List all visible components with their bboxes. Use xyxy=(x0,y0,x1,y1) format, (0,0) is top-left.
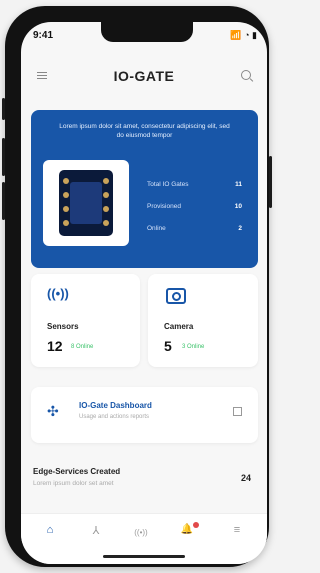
sensors-count: 12 xyxy=(47,338,63,354)
stat-value: 11 xyxy=(235,181,242,188)
external-link-icon[interactable] xyxy=(233,407,242,416)
bell-glyph: 🔔 xyxy=(180,524,194,535)
phone-frame: 9:41 📶 ◔ ▮ IO-GATE Lorem ipsum dolor sit… xyxy=(2,6,272,567)
edge-services-row[interactable]: Edge-Services Created Lorem ipsum dolor … xyxy=(33,467,255,487)
home-indicator xyxy=(103,555,185,558)
edge-subtitle: Lorem ipsum dolor set amet xyxy=(33,480,114,487)
camera-label: Camera xyxy=(164,322,194,331)
bell-icon[interactable]: 🔔 xyxy=(175,522,199,544)
sensor-icon[interactable]: ((•)) xyxy=(129,528,153,548)
notification-badge xyxy=(193,522,199,528)
network-icon[interactable]: ⅄ xyxy=(84,524,108,544)
io-gate-device-image xyxy=(59,170,113,236)
stat-value: 10 xyxy=(234,203,242,210)
camera-icon xyxy=(166,288,186,304)
sensors-label: Sensors xyxy=(47,322,79,331)
side-button xyxy=(2,138,5,176)
stat-total: Total IO Gates 11 xyxy=(147,181,242,203)
stat-provisioned: Provisioned 10 xyxy=(147,203,242,225)
camera-online: 3 Online xyxy=(182,344,205,350)
hero-banner: Lorem ipsum dolor sit amet, consectetur … xyxy=(31,110,258,268)
screen: 9:41 📶 ◔ ▮ IO-GATE Lorem ipsum dolor sit… xyxy=(21,22,267,564)
stat-value: 2 xyxy=(238,225,242,232)
sensors-card[interactable]: ((•)) Sensors 12 8 Online xyxy=(31,274,140,367)
side-button xyxy=(269,156,272,208)
notch xyxy=(101,22,193,42)
stat-label: Online xyxy=(147,225,166,232)
bottom-tab-bar: ⌂ ⅄ ((•)) 🔔 ≡ xyxy=(21,513,267,564)
stat-label: Provisioned xyxy=(147,203,181,210)
dashboard-icon: ✣ xyxy=(47,403,59,419)
edge-count: 24 xyxy=(240,473,251,483)
app-header: IO-GATE xyxy=(21,62,267,90)
camera-count: 5 xyxy=(164,338,172,354)
app-title: IO-GATE xyxy=(113,68,175,84)
edge-title: Edge-Services Created xyxy=(33,467,121,476)
sensor-icon: ((•)) xyxy=(47,286,69,301)
hero-stats: Total IO Gates 11 Provisioned 10 Online … xyxy=(147,181,242,247)
device-image-card xyxy=(43,160,129,246)
status-icons: 📶 ◔ ▮ xyxy=(230,30,257,40)
hero-text: Lorem ipsum dolor sit amet, consectetur … xyxy=(59,123,230,140)
dashboard-title: IO-Gate Dashboard xyxy=(79,401,152,410)
side-button xyxy=(2,182,5,220)
sensors-online: 8 Online xyxy=(71,344,94,350)
side-button xyxy=(2,98,5,120)
dashboard-subtitle: Usage and actions reports xyxy=(79,414,150,420)
status-time: 9:41 xyxy=(33,30,54,41)
home-icon[interactable]: ⌂ xyxy=(28,520,72,548)
dashboard-card[interactable]: ✣ IO-Gate Dashboard Usage and actions re… xyxy=(31,387,258,443)
stat-label: Total IO Gates xyxy=(147,181,189,188)
camera-card[interactable]: Camera 5 3 Online xyxy=(148,274,258,367)
stat-online: Online 2 xyxy=(147,225,242,247)
menu-icon[interactable]: ≡ xyxy=(225,524,249,544)
search-icon[interactable] xyxy=(241,70,251,80)
